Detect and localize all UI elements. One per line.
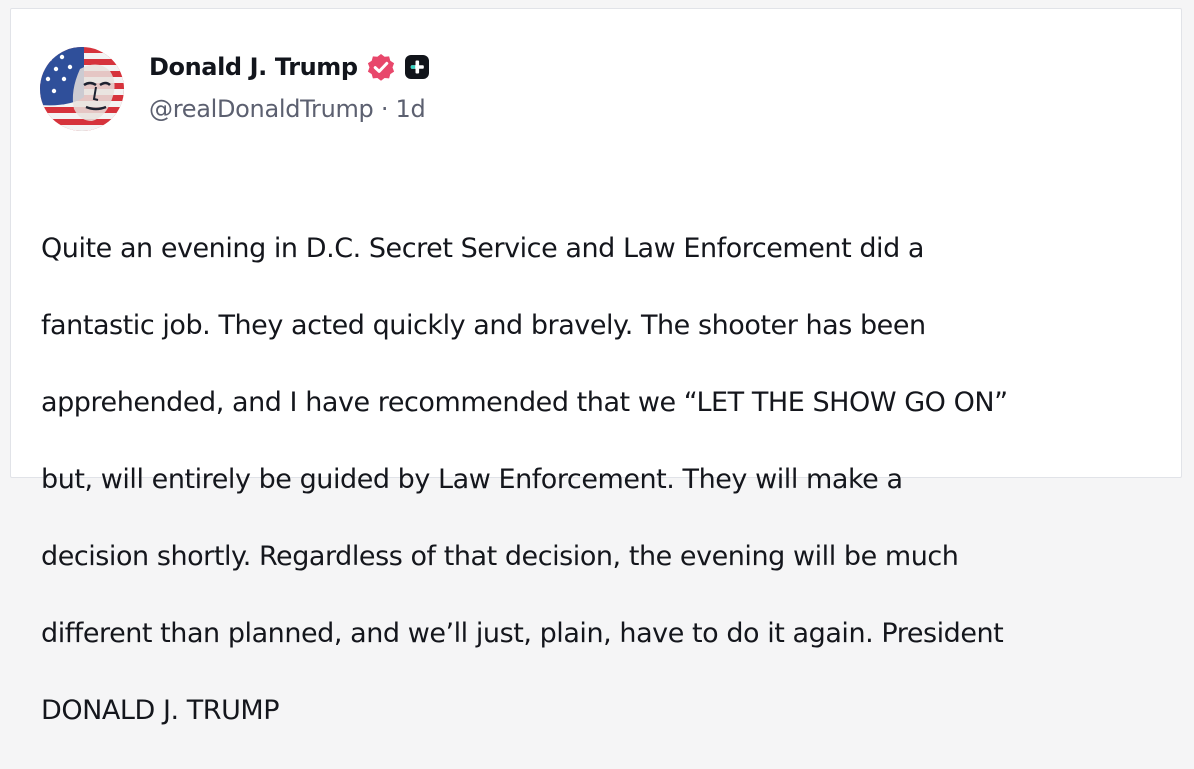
post-body-line: but, will entirely be guided by Law Enfo… (41, 463, 903, 495)
post-meta: @realDonaldTrump · 1d (149, 95, 431, 123)
meta-separator: · (380, 95, 389, 123)
post-header: Donald J. Trump @realDonaldTrump · 1d (149, 47, 431, 123)
author-handle[interactable]: @realDonaldTrump (149, 95, 374, 123)
author-name-row: Donald J. Trump (149, 47, 431, 87)
verified-badge-icon (365, 51, 397, 83)
post-body-line: Quite an evening in D.C. Secret Service … (41, 232, 925, 264)
post-body-line: DONALD J. TRUMP (41, 694, 280, 726)
post-body-line: fantastic job. They acted quickly and br… (41, 309, 926, 341)
post-body-line: apprehended, and I have recommended that… (41, 386, 1008, 418)
post-body: Quite an evening in D.C. Secret Service … (41, 191, 1161, 769)
plus-badge-icon (403, 53, 431, 81)
post-card: Donald J. Trump @realDonaldTrump · 1d Qu… (10, 8, 1182, 726)
author-display-name[interactable]: Donald J. Trump (149, 53, 358, 81)
post-body-line: decision shortly. Regardless of that dec… (41, 540, 959, 572)
avatar-image (40, 47, 124, 131)
post-body-line: different than planned, and we’ll just, … (41, 617, 1004, 649)
post-timestamp[interactable]: 1d (396, 95, 426, 123)
author-avatar[interactable] (40, 47, 124, 131)
